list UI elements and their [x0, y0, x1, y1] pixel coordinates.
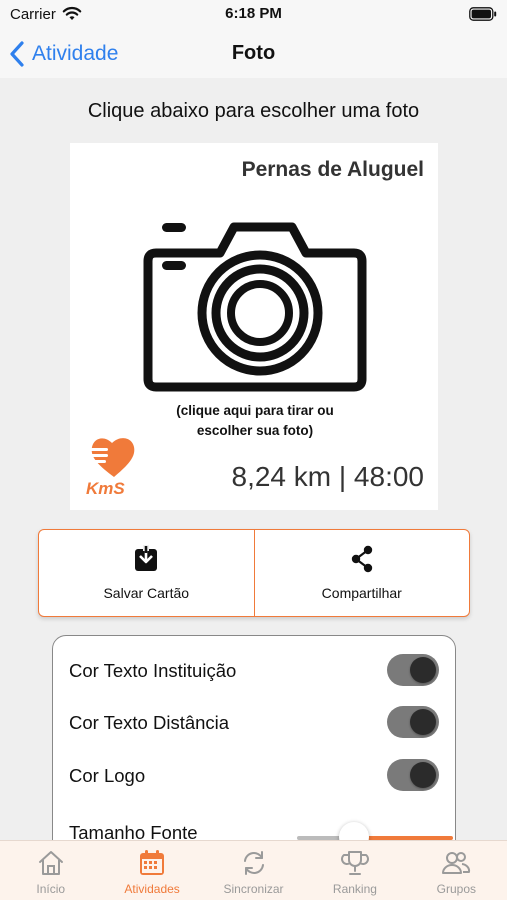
photo-card[interactable]: Pernas de Aluguel (clique aqui para tira…: [70, 143, 438, 510]
trophy-icon: [340, 851, 369, 875]
card-hint-line: escolher sua foto): [196, 423, 314, 438]
sync-icon: [243, 851, 264, 875]
clock: 6:18 PM: [225, 5, 282, 22]
institution-color-toggle[interactable]: [387, 654, 439, 686]
setting-row-institution-color: Cor Texto Instituição: [69, 654, 439, 690]
tab-atividades[interactable]: Atividades: [101, 841, 202, 900]
logo-color-toggle[interactable]: [387, 759, 439, 791]
tab-label: Ranking: [332, 882, 377, 896]
setting-label: Cor Texto Instituição: [69, 660, 237, 681]
people-icon: [442, 852, 471, 874]
card-hint-line: (clique aqui para tirar ou: [176, 403, 334, 418]
settings-panel: Cor Texto Instituição Cor Texto Distânci…: [52, 635, 456, 865]
tab-label: Início: [36, 882, 66, 896]
setting-row-logo-color: Cor Logo: [69, 759, 439, 795]
tab-label: Grupos: [436, 882, 476, 896]
setting-label: Cor Logo: [69, 765, 146, 786]
calendar-icon: [140, 850, 165, 875]
setting-row-distance-color: Cor Texto Distância: [69, 706, 439, 742]
download-icon: [135, 545, 158, 571]
institution-name: Pernas de Aluguel: [241, 158, 424, 181]
tab-ranking[interactable]: Ranking: [304, 841, 405, 900]
navigation-bar: Atividade Foto: [0, 30, 507, 78]
status-bar: Carrier 6:18 PM: [0, 0, 507, 30]
battery-icon: [469, 7, 497, 21]
tab-sincronizar[interactable]: Sincronizar: [203, 841, 304, 900]
tab-label: Atividades: [124, 882, 180, 896]
toggle-knob: [410, 657, 436, 683]
toggle-knob: [410, 709, 436, 735]
camera-icon: [143, 222, 367, 392]
tab-grupos[interactable]: Grupos: [406, 841, 507, 900]
instruction-text: Clique abaixo para escolher uma foto: [87, 100, 420, 122]
run-stats: 8,24 km | 48:00: [231, 461, 425, 492]
setting-label: Cor Texto Distância: [69, 712, 230, 733]
kms-logo-heart-icon: [84, 438, 135, 477]
tab-bar: Início Atividades Sincronizar Ranking Gr…: [0, 840, 507, 900]
share-button[interactable]: Compartilhar: [253, 530, 470, 616]
action-bar: Salvar Cartão Compartilhar: [38, 529, 470, 617]
toggle-knob: [410, 762, 436, 788]
save-card-label: Salvar Cartão: [103, 585, 190, 601]
distance-color-toggle[interactable]: [387, 706, 439, 738]
card-hint: (clique aqui para tirar ou escolher sua …: [140, 401, 370, 441]
share-icon: [351, 545, 372, 573]
tab-label: Sincronizar: [223, 882, 284, 896]
page-title: Foto: [231, 42, 276, 64]
tab-inicio[interactable]: Início: [0, 841, 101, 900]
save-card-button[interactable]: Salvar Cartão: [39, 530, 254, 616]
kms-logo-text: KmS: [86, 479, 125, 498]
home-icon: [38, 851, 63, 875]
share-label: Compartilhar: [321, 585, 402, 601]
